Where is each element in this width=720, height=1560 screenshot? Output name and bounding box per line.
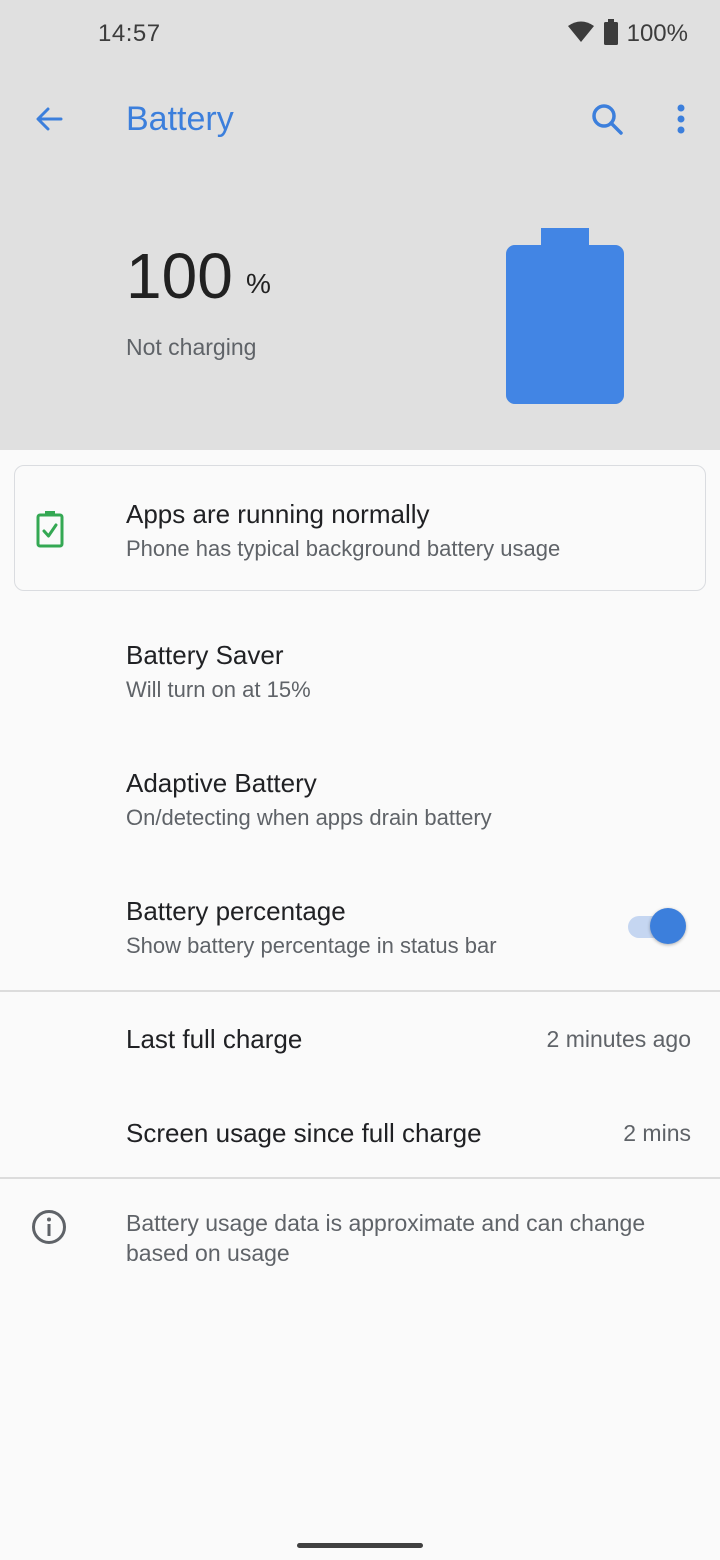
section-divider: [0, 990, 720, 992]
adaptive-battery-title: Adaptive Battery: [126, 768, 317, 798]
charging-status: Not charging: [126, 334, 257, 360]
more-vert-icon: [676, 104, 686, 139]
status-time: 14:57: [98, 20, 161, 47]
battery-saver-item[interactable]: Battery Saver Will turn on at 15%: [0, 620, 720, 730]
status-battery-percent: 100%: [626, 20, 688, 47]
back-arrow-icon: [33, 103, 65, 140]
last-full-charge-value: 2 minutes ago: [546, 1026, 691, 1052]
toggle-thumb: [650, 908, 686, 944]
section-divider: [0, 1177, 720, 1179]
status-bar: 14:57 100%: [0, 0, 720, 68]
battery-level-unit: %: [246, 268, 271, 299]
battery-level-graphic: [506, 228, 624, 404]
battery-percentage-toggle[interactable]: [628, 908, 688, 944]
toolbar: Battery: [0, 68, 720, 172]
battery-saver-subtitle: Will turn on at 15%: [126, 677, 311, 702]
search-icon: [590, 102, 624, 141]
battery-level: 100: [126, 240, 233, 312]
more-options-button[interactable]: [660, 98, 702, 144]
adaptive-battery-subtitle: On/detecting when apps drain battery: [126, 805, 492, 830]
page-title: Battery: [126, 100, 234, 138]
battery-percentage-item[interactable]: Battery percentage Show battery percenta…: [0, 876, 720, 986]
home-indicator[interactable]: [297, 1543, 423, 1548]
app-status-card[interactable]: Apps are running normally Phone has typi…: [14, 465, 706, 591]
info-icon: [30, 1208, 68, 1246]
battery-percentage-subtitle: Show battery percentage in status bar: [126, 933, 497, 958]
battery-full-icon: [603, 18, 619, 50]
screen-usage-value: 2 mins: [623, 1120, 691, 1146]
status-icons: 100%: [567, 18, 688, 50]
battery-header: 14:57 100% Battery 100 % Not charging: [0, 0, 720, 450]
wifi-icon: [567, 20, 595, 49]
screen-usage-label: Screen usage since full charge: [126, 1118, 482, 1148]
adaptive-battery-item[interactable]: Adaptive Battery On/detecting when apps …: [0, 748, 720, 858]
screen-usage-row: Screen usage since full charge 2 mins: [0, 1094, 720, 1174]
app-status-subtitle: Phone has typical background battery usa…: [126, 536, 561, 561]
last-full-charge-label: Last full charge: [126, 1024, 303, 1054]
battery-usage-footnote: Battery usage data is approximate and ca…: [126, 1210, 646, 1266]
app-status-title: Apps are running normally: [126, 499, 430, 529]
battery-saver-title: Battery Saver: [126, 640, 284, 670]
back-button[interactable]: [26, 98, 72, 144]
search-button[interactable]: [584, 98, 630, 144]
last-full-charge-row: Last full charge 2 minutes ago: [0, 1000, 720, 1080]
battery-check-icon: [35, 510, 65, 548]
battery-percentage-title: Battery percentage: [126, 896, 346, 926]
